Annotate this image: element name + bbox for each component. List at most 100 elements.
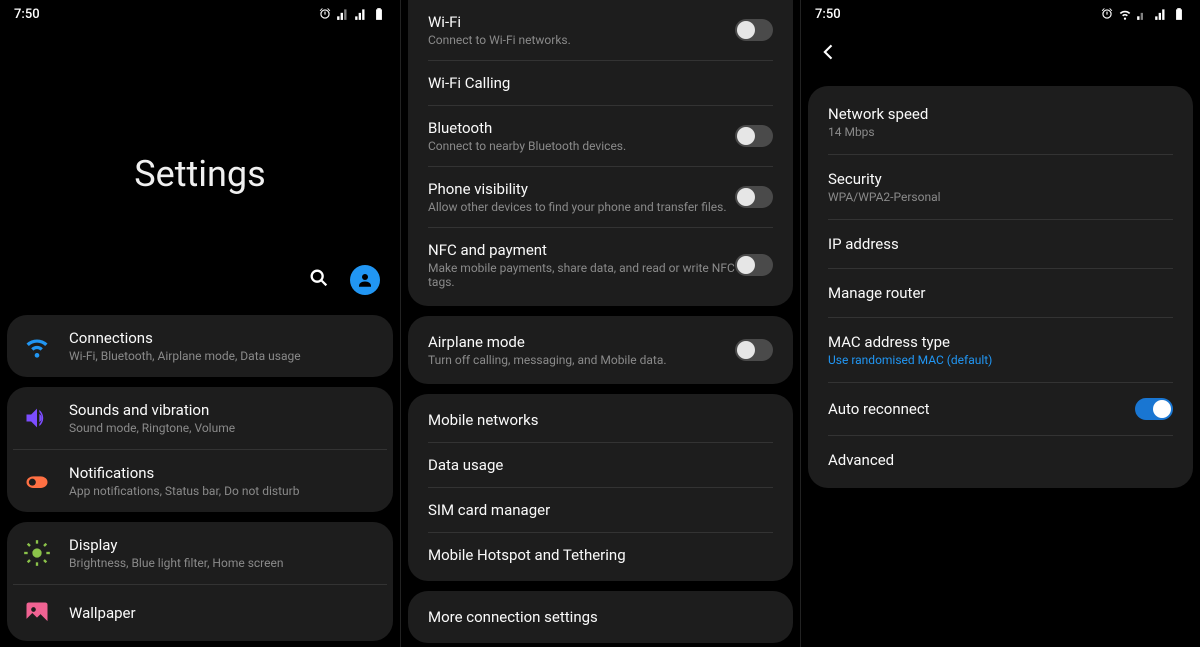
row-text: NFC and payment Make mobile payments, sh… bbox=[428, 241, 735, 289]
sound-icon bbox=[23, 404, 51, 432]
phone-screen-wifi-details: 7:50 Network speed 14 Mbps Security WPA/… bbox=[800, 0, 1200, 647]
settings-row-notifications[interactable]: Notifications App notifications, Status … bbox=[13, 449, 387, 512]
detail-row-network-speed[interactable]: Network speed 14 Mbps bbox=[808, 90, 1193, 154]
row-title: NFC and payment bbox=[428, 241, 735, 259]
display-icon bbox=[23, 539, 51, 567]
conn-row-airplane-mode[interactable]: Airplane mode Turn off calling, messagin… bbox=[408, 320, 793, 380]
page-title: Settings bbox=[0, 153, 400, 195]
status-time: 7:50 bbox=[14, 7, 40, 22]
row-sub: Use randomised MAC (default) bbox=[828, 353, 1173, 367]
row-sub: Allow other devices to find your phone a… bbox=[428, 200, 735, 214]
row-title: Airplane mode bbox=[428, 333, 735, 351]
row-text: Wi-Fi Connect to Wi-Fi networks. bbox=[428, 13, 735, 47]
row-text: Phone visibility Allow other devices to … bbox=[428, 180, 735, 214]
row-title: Connections bbox=[69, 329, 377, 347]
signal-icon-2 bbox=[1154, 7, 1168, 21]
row-title: Wallpaper bbox=[69, 604, 377, 622]
detail-row-mac-address-type[interactable]: MAC address type Use randomised MAC (def… bbox=[808, 318, 1193, 382]
account-button[interactable] bbox=[350, 265, 380, 295]
row-text: More connection settings bbox=[428, 608, 773, 626]
settings-row-wallpaper[interactable]: Wallpaper bbox=[13, 584, 387, 641]
row-sub: Brightness, Blue light filter, Home scre… bbox=[69, 556, 377, 570]
row-title: MAC address type bbox=[828, 333, 1173, 351]
row-title: Manage router bbox=[828, 284, 1173, 302]
conn-row-nfc-and-payment[interactable]: NFC and payment Make mobile payments, sh… bbox=[408, 228, 793, 302]
row-text: IP address bbox=[828, 235, 1173, 253]
row-title: Advanced bbox=[828, 451, 1173, 469]
row-text: Mobile Hotspot and Tethering bbox=[428, 546, 773, 564]
conn-row-mobile-hotspot-and-tethering[interactable]: Mobile Hotspot and Tethering bbox=[408, 533, 793, 577]
toggle-airplane-mode[interactable] bbox=[735, 339, 773, 361]
alarm-icon bbox=[1100, 7, 1114, 21]
toggle-phone-visibility[interactable] bbox=[735, 186, 773, 208]
row-sub: 14 Mbps bbox=[828, 125, 1173, 139]
row-title: Security bbox=[828, 170, 1173, 188]
signal-icon bbox=[336, 7, 350, 21]
back-button[interactable] bbox=[801, 28, 1200, 80]
phone-screen-settings: 7:50 Settings Connections Wi-Fi, Bluetoo… bbox=[0, 0, 400, 647]
person-icon bbox=[356, 271, 374, 289]
detail-row-auto-reconnect[interactable]: Auto reconnect bbox=[808, 383, 1193, 435]
phone-screen-connections: Wi-Fi Connect to Wi-Fi networks. Wi-Fi C… bbox=[400, 0, 800, 647]
row-text: Auto reconnect bbox=[828, 400, 1135, 418]
conn-row-wi-fi-calling[interactable]: Wi-Fi Calling bbox=[408, 61, 793, 105]
row-title: Network speed bbox=[828, 105, 1173, 123]
header-actions bbox=[0, 265, 400, 315]
alarm-icon bbox=[318, 7, 332, 21]
row-title: IP address bbox=[828, 235, 1173, 253]
status-icons bbox=[1100, 7, 1186, 21]
row-text: Sounds and vibration Sound mode, Rington… bbox=[69, 401, 377, 435]
battery-icon bbox=[1172, 7, 1186, 21]
conn-row-wi-fi[interactable]: Wi-Fi Connect to Wi-Fi networks. bbox=[408, 0, 793, 60]
row-sub: Wi-Fi, Bluetooth, Airplane mode, Data us… bbox=[69, 349, 377, 363]
row-title: SIM card manager bbox=[428, 501, 773, 519]
battery-icon bbox=[372, 7, 386, 21]
settings-row-connections[interactable]: Connections Wi-Fi, Bluetooth, Airplane m… bbox=[7, 315, 393, 377]
row-title: Display bbox=[69, 536, 377, 554]
detail-row-ip-address[interactable]: IP address bbox=[808, 220, 1193, 268]
row-title: Data usage bbox=[428, 456, 773, 474]
status-bar: 7:50 bbox=[0, 0, 400, 28]
row-sub: Turn off calling, messaging, and Mobile … bbox=[428, 353, 735, 367]
search-button[interactable] bbox=[308, 267, 330, 293]
conn-row-bluetooth[interactable]: Bluetooth Connect to nearby Bluetooth de… bbox=[408, 106, 793, 166]
wallpaper-icon bbox=[23, 599, 51, 627]
row-title: Bluetooth bbox=[428, 119, 735, 137]
status-time: 7:50 bbox=[815, 7, 841, 22]
row-text: Manage router bbox=[828, 284, 1173, 302]
row-sub: Connect to Wi-Fi networks. bbox=[428, 33, 735, 47]
settings-group: Sounds and vibration Sound mode, Rington… bbox=[7, 387, 393, 512]
signal-icon bbox=[1136, 7, 1150, 21]
toggle-wi-fi[interactable] bbox=[735, 19, 773, 41]
row-text: Wi-Fi Calling bbox=[428, 74, 773, 92]
row-sub: App notifications, Status bar, Do not di… bbox=[69, 484, 377, 498]
conn-row-phone-visibility[interactable]: Phone visibility Allow other devices to … bbox=[408, 167, 793, 227]
back-icon bbox=[819, 42, 839, 62]
conn-row-more-connection-settings[interactable]: More connection settings bbox=[408, 595, 793, 639]
row-title: Wi-Fi Calling bbox=[428, 74, 773, 92]
toggle-auto-reconnect[interactable] bbox=[1135, 398, 1173, 420]
row-title: Mobile networks bbox=[428, 411, 773, 429]
search-icon bbox=[308, 267, 330, 289]
toggle-bluetooth[interactable] bbox=[735, 125, 773, 147]
settings-row-sounds-and-vibration[interactable]: Sounds and vibration Sound mode, Rington… bbox=[7, 387, 393, 449]
row-sub: WPA/WPA2-Personal bbox=[828, 190, 1173, 204]
detail-row-advanced[interactable]: Advanced bbox=[808, 436, 1193, 484]
toggle-nfc-and-payment[interactable] bbox=[735, 254, 773, 276]
row-text: Bluetooth Connect to nearby Bluetooth de… bbox=[428, 119, 735, 153]
detail-row-security[interactable]: Security WPA/WPA2-Personal bbox=[808, 155, 1193, 219]
conn-row-mobile-networks[interactable]: Mobile networks bbox=[408, 398, 793, 442]
row-text: Display Brightness, Blue light filter, H… bbox=[69, 536, 377, 570]
settings-header: Settings bbox=[0, 28, 400, 265]
row-title: Wi-Fi bbox=[428, 13, 735, 31]
signal-icon-2 bbox=[354, 7, 368, 21]
row-text: Data usage bbox=[428, 456, 773, 474]
settings-row-display[interactable]: Display Brightness, Blue light filter, H… bbox=[7, 522, 393, 584]
row-text: SIM card manager bbox=[428, 501, 773, 519]
detail-row-manage-router[interactable]: Manage router bbox=[808, 269, 1193, 317]
settings-group: Display Brightness, Blue light filter, H… bbox=[7, 522, 393, 641]
row-sub: Connect to nearby Bluetooth devices. bbox=[428, 139, 735, 153]
row-text: Advanced bbox=[828, 451, 1173, 469]
conn-row-data-usage[interactable]: Data usage bbox=[408, 443, 793, 487]
conn-row-sim-card-manager[interactable]: SIM card manager bbox=[408, 488, 793, 532]
